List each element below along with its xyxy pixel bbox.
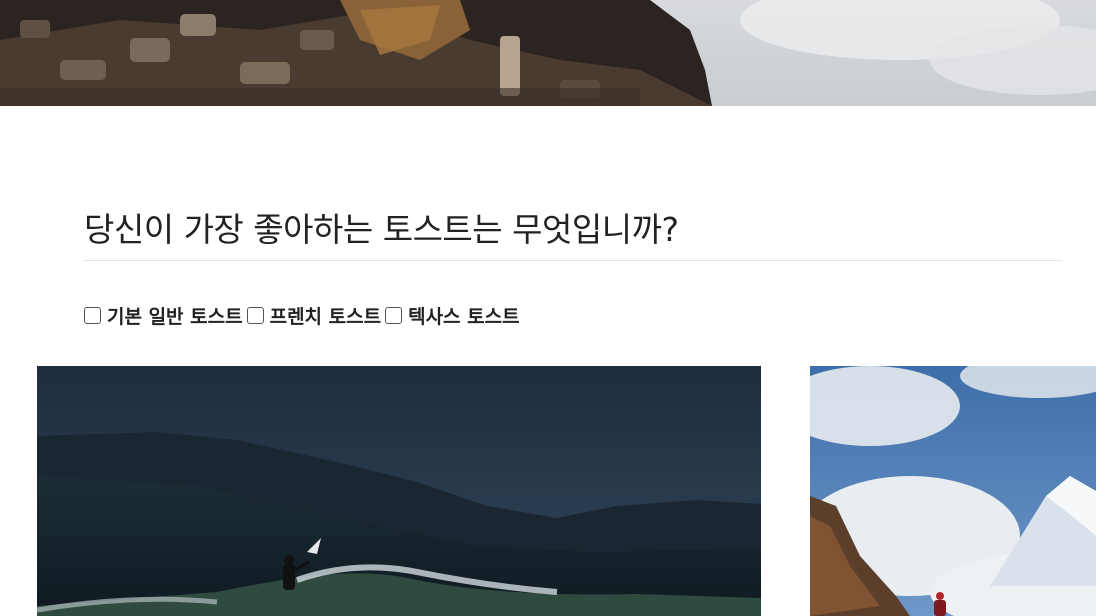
option-texas-toast-label: 텍사스 토스트 — [408, 306, 520, 328]
option-french-toast-label: 프렌치 토스트 — [269, 306, 382, 328]
surfer-photo — [37, 366, 761, 616]
option-texas-toast[interactable]: 텍사스 토스트 — [385, 302, 520, 329]
mountain-photo — [810, 366, 1096, 616]
hero-image — [0, 0, 1096, 106]
option-french-toast-checkbox[interactable] — [246, 307, 264, 324]
option-basic-toast-checkbox[interactable] — [84, 307, 101, 324]
option-basic-toast-label: 기본 일반 토스트 — [107, 306, 243, 328]
option-basic-toast[interactable]: 기본 일반 토스트 — [84, 302, 243, 329]
option-texas-toast-checkbox[interactable] — [385, 307, 403, 324]
toast-options: 기본 일반 토스트 프렌치 토스트 텍사스 토스트 — [84, 302, 524, 329]
page: 당신이 가장 좋아하는 토스트는 무엇입니까? 기본 일반 토스트 프렌치 토스… — [0, 0, 1096, 616]
option-french-toast[interactable]: 프렌치 토스트 — [246, 302, 382, 329]
question-heading: 당신이 가장 좋아하는 토스트는 무엇입니까? — [84, 210, 1062, 261]
